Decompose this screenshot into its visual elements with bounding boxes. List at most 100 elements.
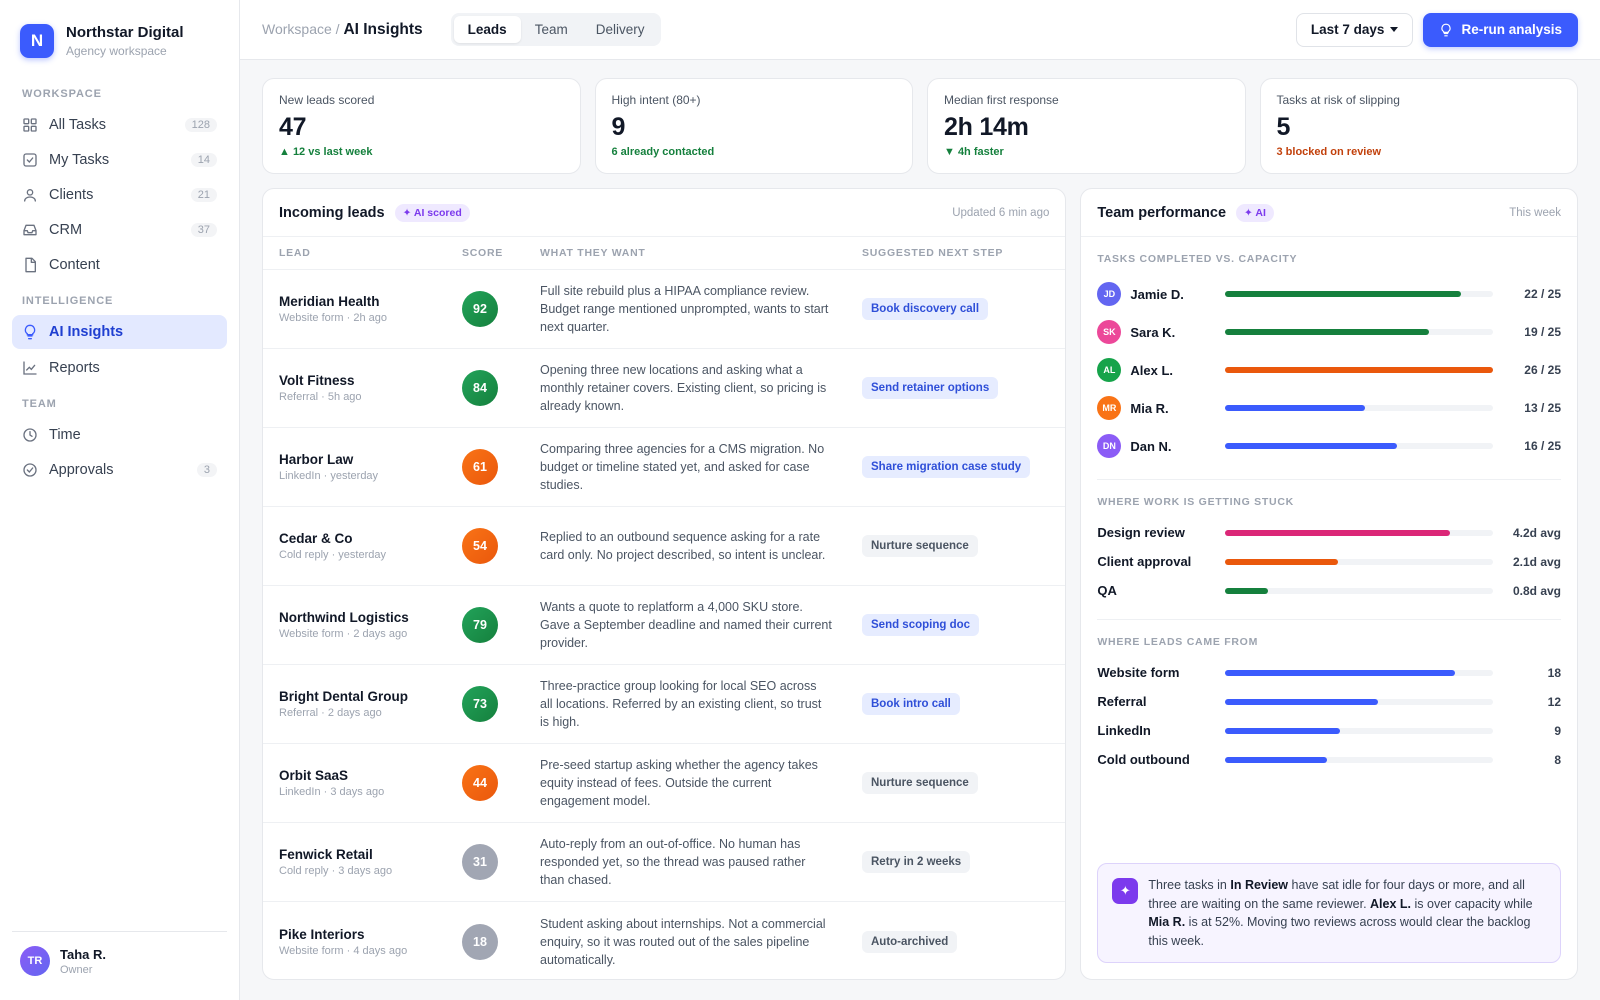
table-row[interactable]: Fenwick Retail Cold reply · 3 days ago 3… — [263, 823, 1066, 902]
chevron-down-icon — [1390, 27, 1399, 32]
next-step-button[interactable]: Nurture sequence — [862, 772, 978, 794]
source-row-referral: Referral 12 — [1097, 687, 1561, 716]
next-step-button[interactable]: Share migration case study — [862, 456, 1031, 478]
column-header[interactable]: SUGGESTED NEXT STEP — [862, 247, 1049, 259]
next-step-button[interactable]: Book intro call — [862, 693, 960, 715]
source-row-cold-outbound: Cold outbound 8 — [1097, 745, 1561, 774]
table-row[interactable]: Volt Fitness Referral · 5h ago 84 Openin… — [263, 349, 1066, 428]
bar-value: 22 / 25 — [1524, 287, 1561, 301]
bar-value: 4.2d avg — [1512, 525, 1561, 540]
avatar: TR — [20, 946, 50, 976]
kpi-row: New leads scored 47 ▲ 12 vs last week Hig… — [262, 78, 1578, 174]
lightbulb-icon — [1441, 23, 1452, 36]
bar-fill — [1225, 698, 1379, 705]
next-step-cell: Send scoping doc — [862, 614, 1049, 636]
table-row[interactable]: Northwind Logistics Website form · 2 day… — [263, 586, 1066, 665]
next-step-button[interactable]: Send retainer options — [862, 377, 999, 399]
lead-name[interactable]: Fenwick Retail — [279, 847, 462, 862]
tab-leads[interactable]: Leads — [453, 16, 521, 43]
bar-track — [1225, 529, 1493, 536]
lead-name[interactable]: Bright Dental Group — [279, 689, 462, 704]
sidebar-item-time[interactable]: Time — [12, 418, 227, 451]
insight-emphasis: In Review — [1230, 878, 1289, 892]
breadcrumb-root[interactable]: Workspace / — [262, 21, 340, 37]
ai-badge: ✦ AI — [1236, 203, 1274, 222]
column-header[interactable]: LEAD — [279, 247, 462, 259]
insight-text: is at 52%. Moving two reviews across wou… — [1148, 915, 1531, 948]
panels: Incoming leads ✦ AI scored Updated 6 min… — [262, 188, 1578, 980]
nav-section-label: Team — [22, 398, 57, 410]
avatar: JD — [1097, 282, 1122, 306]
next-step-cell: Book intro call — [862, 693, 1049, 715]
sidebar-item-label: All Tasks — [49, 116, 106, 133]
sidebar-item-content[interactable]: Content — [12, 248, 227, 281]
source-row-website-form: Website form 18 — [1097, 658, 1561, 687]
sidebar-item-all-tasks[interactable]: All Tasks 128 — [12, 108, 227, 141]
column-header[interactable]: WHAT THEY WANT — [540, 247, 862, 259]
lead-name[interactable]: Pike Interiors — [279, 927, 462, 942]
bar-fill — [1225, 727, 1341, 734]
table-row[interactable]: Pike Interiors Website form · 4 days ago… — [263, 902, 1065, 979]
lead-name[interactable]: Volt Fitness — [279, 373, 462, 388]
sidebar-item-label: Clients — [49, 186, 94, 203]
lead-name[interactable]: Cedar & Co — [279, 531, 462, 546]
lead-name[interactable]: Meridian Health — [279, 294, 462, 309]
score-badge: 31 — [462, 844, 498, 880]
bar-value: 26 / 25 — [1524, 363, 1561, 377]
lead-summary: Full site rebuild plus a HIPAA complianc… — [540, 284, 829, 334]
source-name: Cold outbound — [1097, 752, 1190, 767]
table-row[interactable]: Cedar & Co Cold reply · yesterday 54 Rep… — [263, 507, 1066, 586]
score-cell: 31 — [462, 844, 540, 880]
score-badge: 54 — [462, 528, 498, 564]
inbox-icon — [22, 222, 38, 238]
lead-cell: Bright Dental Group Referral · 2 days ag… — [279, 689, 462, 719]
sidebar-item-label: AI Insights — [49, 324, 124, 340]
lead-name[interactable]: Northwind Logistics — [279, 610, 462, 625]
table-row[interactable]: Bright Dental Group Referral · 2 days ag… — [263, 665, 1066, 744]
rerun-analysis-button[interactable]: Re-run analysis — [1423, 12, 1578, 47]
bar-value: 18 — [1547, 665, 1561, 680]
date-range-label: Last 7 days — [1310, 22, 1385, 37]
sidebar-item-approvals[interactable]: Approvals 3 — [12, 453, 227, 486]
bar-value: 0.8d avg — [1512, 583, 1561, 598]
avatar: SK — [1097, 320, 1122, 344]
bar-fill — [1225, 669, 1455, 676]
date-range-dropdown[interactable]: Last 7 days — [1295, 12, 1414, 47]
insight-emphasis: Mia R. — [1148, 915, 1186, 929]
stuck-list: Design review 4.2d avg Client approval 2.… — [1097, 518, 1561, 605]
sidebar-item-clients[interactable]: Clients 21 — [12, 178, 227, 211]
sidebar-item-reports[interactable]: Reports — [12, 351, 227, 384]
sidebar-item-my-tasks[interactable]: My Tasks 14 — [12, 143, 227, 176]
kpi-card-new-leads-scored: New leads scored 47 ▲ 12 vs last week — [262, 78, 581, 174]
kpi-label: New leads scored — [279, 93, 375, 107]
member-name: Mia R. — [1130, 400, 1169, 416]
next-step-button[interactable]: Book discovery call — [862, 298, 989, 320]
table-row[interactable]: Orbit SaaS LinkedIn · 3 days ago 44 Pre-… — [263, 744, 1066, 823]
bar-fill — [1225, 756, 1328, 763]
score-cell: 79 — [462, 607, 540, 643]
column-header[interactable]: SCORE — [462, 247, 540, 259]
tab-team[interactable]: Team — [521, 16, 582, 43]
bar-track — [1225, 698, 1493, 705]
bar-fill — [1225, 529, 1451, 536]
kpi-value: 5 — [1276, 113, 1291, 141]
brand[interactable]: N Northstar Digital Agency workspace — [12, 0, 227, 84]
clock-icon — [22, 427, 38, 443]
table-row[interactable]: Meridian Health Website form · 2h ago 92… — [263, 270, 1066, 349]
sidebar-item-ai-insights[interactable]: AI Insights — [12, 315, 227, 349]
lead-name[interactable]: Harbor Law — [279, 452, 462, 467]
table-header: LEAD SCORE WHAT THEY WANT SUGGESTED NEXT… — [263, 237, 1066, 270]
sidebar-item-crm[interactable]: CRM 37 — [12, 213, 227, 246]
file-icon — [22, 257, 38, 273]
table-row[interactable]: Harbor Law LinkedIn · yesterday 61 Compa… — [263, 428, 1066, 507]
tab-delivery[interactable]: Delivery — [582, 16, 659, 43]
score-cell: 92 — [462, 291, 540, 327]
user-profile[interactable]: TR Taha R. Owner — [12, 931, 227, 1000]
next-step-button[interactable]: Send scoping doc — [862, 614, 980, 636]
next-step-button[interactable]: Retry in 2 weeks — [862, 851, 971, 873]
next-step-button[interactable]: Auto-archived — [862, 930, 958, 953]
lead-source: Cold reply · 3 days ago — [279, 865, 393, 877]
next-step-button[interactable]: Nurture sequence — [862, 535, 978, 557]
lead-name[interactable]: Orbit SaaS — [279, 768, 462, 783]
kpi-delta: ▲ 12 vs last week — [279, 146, 373, 158]
